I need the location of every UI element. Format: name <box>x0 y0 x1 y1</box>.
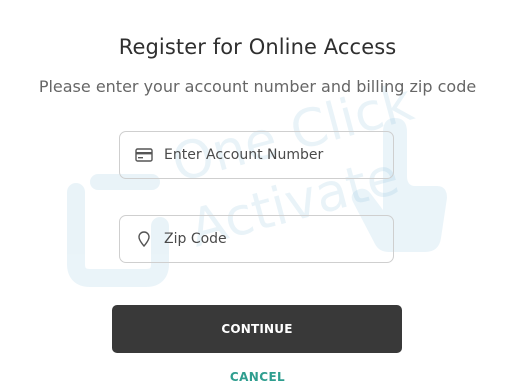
registration-page: One Click Activate Register for Online A… <box>0 0 515 392</box>
page-title: Register for Online Access <box>118 35 397 59</box>
account-number-input[interactable] <box>164 132 384 178</box>
credit-card-icon <box>135 146 153 164</box>
continue-button[interactable]: CONTINUE <box>112 305 402 353</box>
zip-code-input[interactable] <box>164 216 384 262</box>
page-subtitle: Please enter your account number and bil… <box>38 77 477 96</box>
cancel-link[interactable]: CANCEL <box>0 370 515 384</box>
location-pin-icon <box>135 230 153 248</box>
zip-code-field[interactable] <box>119 215 394 263</box>
account-number-field[interactable] <box>119 131 394 179</box>
